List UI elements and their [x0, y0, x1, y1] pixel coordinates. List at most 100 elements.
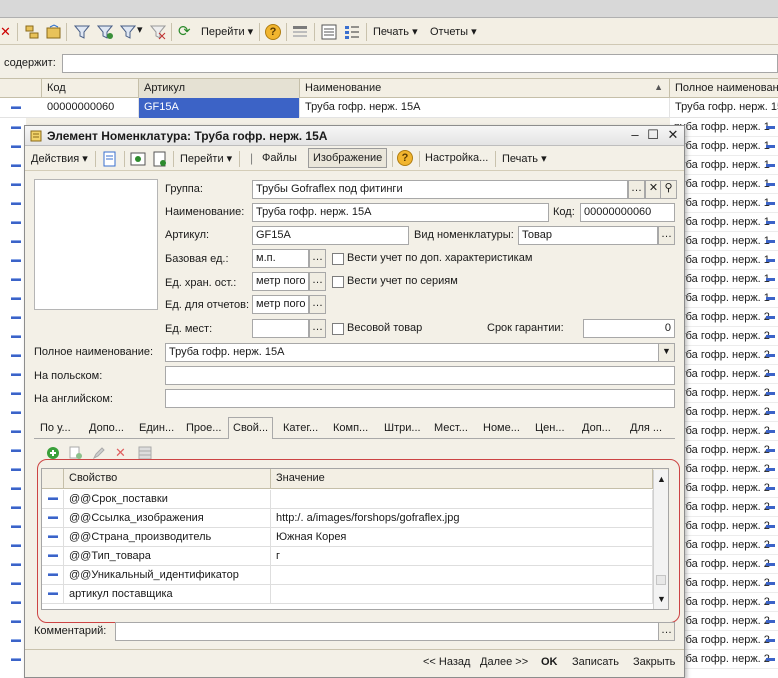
scroll-up-icon[interactable]: ▲: [657, 474, 666, 484]
reports-menu[interactable]: Отчеты ▾: [430, 25, 477, 38]
print-menu[interactable]: Печать ▾: [373, 25, 418, 38]
list-item[interactable]: руба гофр. нерж. 1: [670, 175, 778, 194]
search-icon[interactable]: ⚲: [660, 180, 677, 199]
save-button[interactable]: Записать: [572, 656, 619, 668]
list-item[interactable]: руба гофр. нерж. 1: [670, 213, 778, 232]
property-value[interactable]: г: [271, 547, 653, 566]
series-checkbox[interactable]: [332, 276, 344, 288]
english-field[interactable]: [165, 389, 675, 408]
list-item[interactable]: руба гофр. нерж. 2: [670, 517, 778, 536]
select-button[interactable]: …: [309, 249, 326, 268]
list-item[interactable]: руба гофр. нерж. 1: [670, 232, 778, 251]
list-item[interactable]: руба гофр. нерж. 2: [670, 574, 778, 593]
tab-barcodes[interactable]: Штри...: [380, 420, 425, 438]
clear-filter-icon[interactable]: [149, 24, 167, 40]
hierarchy-icon[interactable]: [24, 24, 40, 40]
tab-units[interactable]: Един...: [135, 420, 178, 438]
print-menu[interactable]: Печать ▾: [502, 152, 547, 165]
header-article[interactable]: Артикул: [139, 79, 300, 98]
ok-button[interactable]: OK: [541, 656, 558, 668]
property-value[interactable]: [271, 566, 653, 585]
property-name[interactable]: @@Тип_товара: [64, 547, 271, 566]
property-name[interactable]: @@Страна_производитель: [64, 528, 271, 547]
list-item[interactable]: руба гофр. нерж. 1: [670, 118, 778, 137]
checklist-icon[interactable]: [344, 24, 360, 40]
list-item[interactable]: руба гофр. нерж. 2: [670, 536, 778, 555]
property-name[interactable]: @@Уникальный_идентификатор: [64, 566, 271, 585]
weight-checkbox[interactable]: [332, 323, 344, 335]
scrollbar[interactable]: ▲ ▼: [653, 470, 668, 609]
tab-projects[interactable]: Прое...: [182, 420, 225, 438]
list-item[interactable]: руба гофр. нерж. 2: [670, 365, 778, 384]
tab-accounting[interactable]: По у...: [36, 420, 75, 438]
go-menu[interactable]: Перейти ▾: [180, 152, 232, 165]
list-item[interactable]: руба гофр. нерж. 2: [670, 555, 778, 574]
list-item[interactable]: руба гофр. нерж. 2: [670, 422, 778, 441]
filter-by-value-icon[interactable]: [96, 24, 114, 40]
actions-menu[interactable]: Действия ▾: [31, 152, 88, 165]
list-item[interactable]: руба гофр. нерж. 2: [670, 403, 778, 422]
select-button[interactable]: …: [628, 180, 645, 199]
filter-input[interactable]: [62, 54, 778, 73]
new-document-icon[interactable]: [152, 151, 168, 170]
list-item[interactable]: руба гофр. нерж. 1: [670, 270, 778, 289]
list-item[interactable]: руба гофр. нерж. 2: [670, 479, 778, 498]
property-value[interactable]: http:/. a/images/forshops/gofraflex.jpg: [271, 509, 653, 528]
table-row[interactable]: 00000000060 GF15A Труба гофр. нерж. 15A …: [0, 98, 778, 118]
list-item[interactable]: руба гофр. нерж. 2: [670, 593, 778, 612]
report-unit-field[interactable]: метр пого: [252, 295, 309, 314]
list-item[interactable]: руба гофр. нерж. 2: [670, 612, 778, 631]
select-button[interactable]: …: [658, 226, 675, 245]
list-item[interactable]: руба гофр. нерж. 2: [670, 308, 778, 327]
list-item[interactable]: руба гофр. нерж. 2: [670, 384, 778, 403]
maximize-icon[interactable]: ☐: [646, 128, 660, 142]
code-field[interactable]: 00000000060: [580, 203, 675, 222]
list-item[interactable]: руба гофр. нерж. 2: [670, 498, 778, 517]
place-unit-field[interactable]: [252, 319, 309, 338]
storage-unit-field[interactable]: метр пого: [252, 272, 309, 291]
kind-field[interactable]: Товар: [518, 226, 658, 245]
tab-for[interactable]: Для ...: [626, 420, 666, 438]
table-row[interactable]: @@Срок_поставки: [42, 490, 653, 509]
list-item[interactable]: руба гофр. нерж. 1: [670, 194, 778, 213]
scroll-thumb[interactable]: [656, 575, 666, 585]
tab-extra[interactable]: Доп...: [578, 420, 615, 438]
tab-places[interactable]: Мест...: [430, 420, 472, 438]
article-field[interactable]: GF15A: [252, 226, 409, 245]
chevron-down-icon[interactable]: ▼: [658, 343, 675, 362]
tab-properties[interactable]: Свой...: [228, 417, 274, 439]
tab-nomenclature[interactable]: Номе...: [479, 420, 524, 438]
comment-field[interactable]: [115, 622, 659, 641]
tab-categories[interactable]: Катег...: [279, 420, 322, 438]
property-name[interactable]: @@Ссылка_изображения: [64, 509, 271, 528]
settings-button[interactable]: Настройка...: [425, 152, 488, 164]
tab-additional[interactable]: Допо...: [85, 420, 128, 438]
group-field[interactable]: Трубы Gofraflex под фитинги: [252, 180, 628, 199]
minimize-icon[interactable]: –: [628, 128, 642, 142]
close-icon[interactable]: ✕: [666, 128, 680, 142]
list-item[interactable]: руба гофр. нерж. 1: [670, 156, 778, 175]
property-value[interactable]: Южная Корея: [271, 528, 653, 547]
property-value[interactable]: [271, 585, 653, 604]
dialog-titlebar[interactable]: Элемент Номенклатура: Труба гофр. нерж. …: [25, 126, 684, 146]
item-image-box[interactable]: [34, 179, 158, 310]
list-item[interactable]: руба гофр. нерж. 1: [670, 251, 778, 270]
close-button[interactable]: Закрыть: [633, 656, 675, 668]
list-item[interactable]: руба гофр. нерж. 2: [670, 327, 778, 346]
list-item[interactable]: руба гофр. нерж. 2: [670, 631, 778, 650]
table-row[interactable]: @@Ссылка_изображения http:/. a/images/for…: [42, 509, 653, 528]
name-field[interactable]: Труба гофр. нерж. 15A: [252, 203, 549, 222]
select-button[interactable]: …: [309, 295, 326, 314]
next-button[interactable]: Далее >>: [480, 656, 528, 668]
save-copy-icon[interactable]: [102, 151, 118, 170]
property-value[interactable]: [271, 490, 653, 509]
table-row[interactable]: артикул поставщика: [42, 585, 653, 604]
list-item[interactable]: руба гофр. нерж. 2: [670, 460, 778, 479]
header-property[interactable]: Свойство: [64, 469, 271, 489]
list-item[interactable]: руба гофр. нерж. 1: [670, 137, 778, 156]
filter-history-icon[interactable]: [119, 24, 137, 40]
table-row[interactable]: @@Уникальный_идентификатор: [42, 566, 653, 585]
header-value[interactable]: Значение: [271, 469, 653, 489]
structure-icon[interactable]: [130, 151, 146, 170]
list-item[interactable]: руба гофр. нерж. 2: [670, 441, 778, 460]
